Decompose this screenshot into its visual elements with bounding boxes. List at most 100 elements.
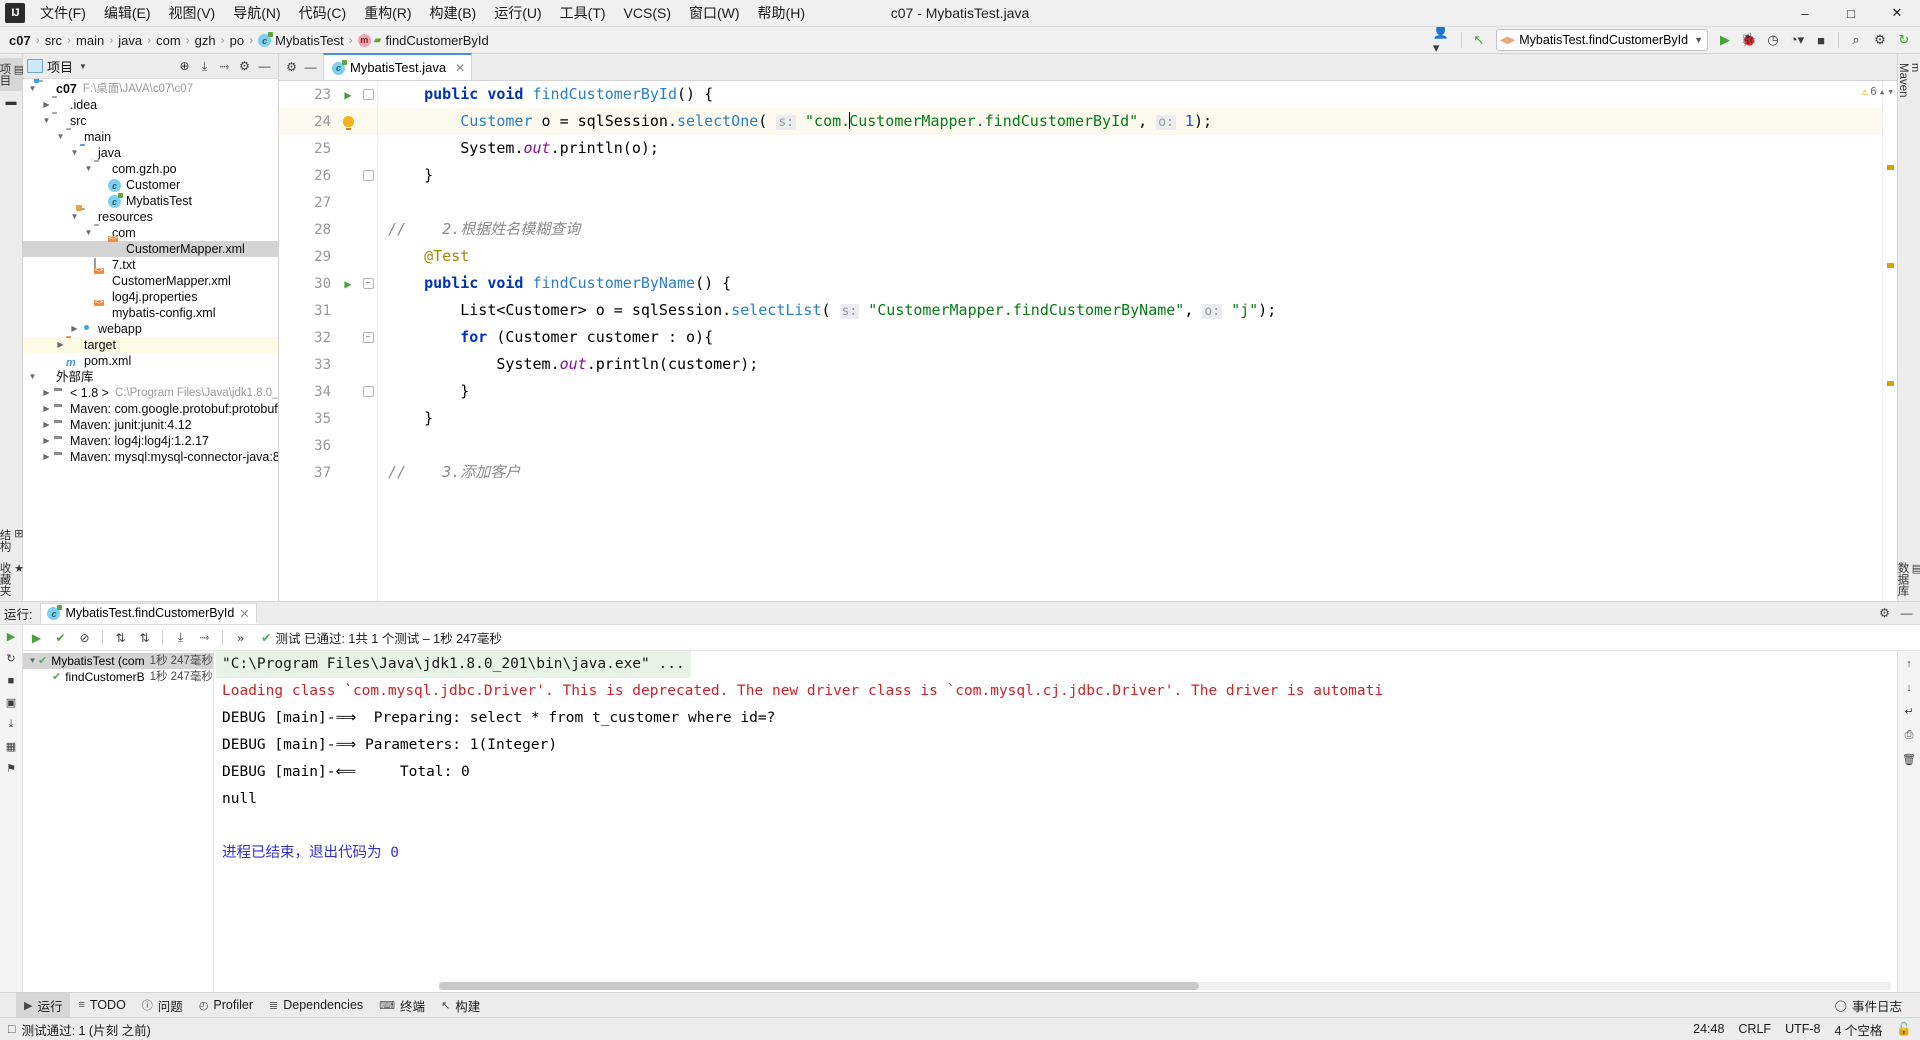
stop-button[interactable]: ■ — [3, 672, 20, 689]
inspection-marker[interactable] — [1887, 381, 1894, 386]
sort-alpha-button[interactable]: ⇅ — [111, 628, 130, 647]
gutter-marker[interactable]: ▶ — [337, 270, 359, 297]
collapse-all-button[interactable]: ⤑ — [195, 628, 214, 647]
tree-node[interactable]: ▼ main — [23, 129, 278, 145]
soft-wrap-icon[interactable]: ↵ — [1901, 703, 1918, 720]
tree-node[interactable]: ▼ com — [23, 225, 278, 241]
breadcrumb-java[interactable]: java — [115, 32, 145, 49]
editor-tab-mybatistest[interactable]: c MybatisTest.java ✕ — [323, 53, 473, 80]
tree-node[interactable]: ▶ Maven: mysql:mysql-connector-java:8.0.2… — [23, 449, 278, 465]
chevron-right-icon[interactable]: ▶ — [41, 97, 52, 113]
close-run-tab-icon[interactable]: ✕ — [239, 606, 249, 621]
tree-node[interactable]: ▼ 外部库 — [23, 369, 278, 385]
chevron-right-icon[interactable]: ▶ — [41, 385, 52, 401]
tool-build[interactable]: ↖ 构建 — [433, 993, 488, 1018]
scroll-down-icon[interactable]: ↓ — [1901, 679, 1918, 696]
tree-node[interactable]: ▼ src — [23, 113, 278, 129]
tree-node[interactable]: CustomerMapper.xml — [23, 241, 278, 257]
locate-file-button[interactable]: ⊕ — [175, 57, 194, 76]
scroll-up-icon[interactable]: ↑ — [1901, 655, 1918, 672]
tree-node[interactable]: ▶ .idea — [23, 97, 278, 113]
fold-collapse-icon[interactable]: − — [362, 332, 374, 343]
build-hammer-icon[interactable]: ↖ — [1468, 29, 1490, 51]
prev-problem-icon[interactable]: ▴ — [1879, 85, 1886, 98]
menu-help[interactable]: 帮助(H) — [749, 0, 814, 26]
tree-node[interactable]: ▶ target — [23, 337, 278, 353]
tree-node[interactable]: ▼ com.gzh.po — [23, 161, 278, 177]
test-tree-row[interactable]: ▼ ✔ MybatisTest (com 1秒 247毫秒 — [23, 653, 213, 669]
code-line[interactable]: } — [378, 162, 1882, 189]
code-line[interactable]: List<Customer> o = sqlSession.selectList… — [378, 297, 1882, 324]
editor-inspection-strip[interactable]: ⚠ 6 ▴ ▾ — [1862, 81, 1897, 601]
fold-collapse-icon[interactable]: − — [362, 278, 374, 289]
menu-file[interactable]: 文件(F) — [31, 0, 95, 26]
code-editor[interactable]: 23 24 25 26 27 28 29 30 31 32 33 34 35 36 37 ▶ ▶ − − pub… — [279, 81, 1897, 601]
clear-all-icon[interactable]: 🗑 — [1901, 751, 1918, 768]
breadcrumb-com[interactable]: com — [153, 32, 184, 49]
close-tab-icon[interactable]: ✕ — [455, 61, 465, 75]
tree-node[interactable]: 7.txt — [23, 257, 278, 274]
inspection-marker[interactable] — [1887, 165, 1894, 170]
code-line[interactable]: public void findCustomerById() { — [378, 81, 1882, 108]
gutter-marker[interactable]: ▶ — [337, 81, 359, 108]
run-settings-icon[interactable]: ⚙ — [1875, 604, 1894, 623]
hide-run-window-icon[interactable]: — — [1897, 604, 1916, 623]
tool-dependencies[interactable]: ≣ Dependencies — [261, 995, 371, 1015]
line-separator[interactable]: CRLF — [1738, 1022, 1771, 1036]
menu-view[interactable]: 视图(V) — [160, 0, 225, 26]
menu-tools[interactable]: 工具(T) — [551, 0, 615, 26]
tree-node[interactable]: ▼ c07 F:\桌面\JAVA\c07\c07 — [23, 81, 278, 97]
code-line[interactable]: for (Customer customer : o){ — [378, 324, 1882, 351]
breadcrumb-mybatistest[interactable]: c MybatisTest — [255, 32, 347, 49]
rerun-button[interactable]: ▶ — [3, 628, 20, 645]
fold-cell[interactable] — [359, 81, 377, 108]
chevron-down-icon[interactable]: ▼ — [79, 62, 87, 71]
chevron-down-icon[interactable]: ▼ — [27, 81, 38, 97]
breadcrumb-gzh[interactable]: gzh — [192, 32, 219, 49]
console-output[interactable]: "C:\Program Files\Java\jdk1.8.0_201\bin\… — [214, 651, 1897, 992]
chevron-right-icon[interactable]: ▶ — [41, 433, 52, 449]
chevron-right-icon[interactable]: ▶ — [41, 449, 52, 465]
breadcrumb-main[interactable]: main — [73, 32, 107, 49]
tree-node[interactable]: ▶ Maven: junit:junit:4.12 — [23, 417, 278, 433]
hide-editor-icon[interactable]: — — [301, 58, 320, 77]
tree-node[interactable]: c Customer — [23, 177, 278, 193]
menu-build[interactable]: 构建(B) — [421, 0, 486, 26]
tree-node[interactable]: m pom.xml — [23, 353, 278, 369]
tool-run[interactable]: ▶ 运行 — [16, 992, 71, 1018]
code-line[interactable]: System.out.println(customer); — [378, 351, 1882, 378]
menu-code[interactable]: 代码(C) — [290, 0, 355, 26]
next-problem-icon[interactable]: ▾ — [1887, 85, 1894, 98]
tree-node[interactable]: ▼ java — [23, 145, 278, 161]
chevron-down-icon[interactable]: ▼ — [41, 113, 52, 129]
chevron-down-icon[interactable]: ▼ — [83, 225, 94, 241]
stop-button[interactable]: ■ — [1810, 29, 1832, 51]
expand-all-button[interactable]: ⤓ — [171, 628, 190, 647]
tree-node[interactable]: c MybatisTest — [23, 193, 278, 209]
run-test-icon[interactable]: ▶ — [344, 88, 351, 102]
sidebar-tab-maven[interactable]: m Maven — [1895, 58, 1920, 103]
code-lines[interactable]: public void findCustomerById() { Custome… — [378, 81, 1882, 601]
screenshot-button[interactable]: ▣ — [3, 694, 20, 711]
coverage-button[interactable]: ◷ — [1762, 29, 1784, 51]
user-account-icon[interactable]: 👤▾ — [1433, 24, 1455, 55]
test-tree[interactable]: ▼ ✔ MybatisTest (com 1秒 247毫秒 ✔ findCustomerB… — [23, 651, 214, 992]
inspection-widget[interactable]: ⚠ 6 ▴ ▾ — [1862, 85, 1895, 98]
menu-window[interactable]: 窗口(W) — [680, 0, 749, 26]
debug-button[interactable]: 🐞 — [1738, 29, 1760, 51]
project-tree[interactable]: ▼ c07 F:\桌面\JAVA\c07\c07 ▶ .idea ▼ src ▼ main ▼ ja… — [23, 79, 278, 601]
editor-settings-icon[interactable]: ⚙ — [282, 58, 301, 77]
chevron-right-icon[interactable]: ▶ — [41, 417, 52, 433]
menu-vcs[interactable]: VCS(S) — [615, 2, 680, 24]
code-line[interactable]: @Test — [378, 243, 1882, 270]
code-line[interactable]: Customer o = sqlSession.selectOne( s: "c… — [378, 108, 1882, 135]
maximize-button[interactable]: □ — [1828, 0, 1874, 26]
menu-edit[interactable]: 编辑(E) — [95, 0, 160, 26]
fold-column[interactable]: − − — [359, 81, 378, 601]
search-everywhere-icon[interactable]: ⌕ — [1845, 29, 1867, 51]
tree-node[interactable]: ▶ Maven: com.google.protobuf:protobuf-jav… — [23, 401, 278, 417]
expand-all-button[interactable]: ⤓ — [195, 57, 214, 76]
show-ignored-button[interactable]: ⊘ — [75, 628, 94, 647]
updates-icon[interactable]: ↻ — [1893, 29, 1915, 51]
chevron-down-icon[interactable]: ▼ — [69, 145, 80, 161]
